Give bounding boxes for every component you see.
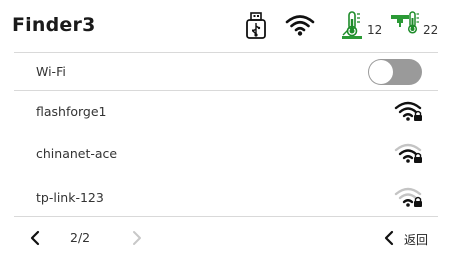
wifi-toggle[interactable] <box>368 59 422 85</box>
wifi-signal-medium-locked-icon <box>394 143 422 163</box>
extruder-temp-value: 12 <box>367 23 383 37</box>
network-name: chinanet-ace <box>36 145 118 161</box>
back-label: 返回 <box>404 233 429 247</box>
wifi-settings-screen: Finder3 12 22 Wi-Fi flashforge1 chinanet… <box>0 0 452 258</box>
wifi-icon[interactable] <box>285 13 315 37</box>
extruder-temp-icon <box>342 11 362 39</box>
extruder-temp[interactable]: 12 <box>340 9 388 43</box>
back-button[interactable]: 返回 <box>382 226 442 250</box>
network-name: flashforge1 <box>36 103 107 119</box>
network-item[interactable]: flashforge1 <box>0 90 452 132</box>
toggle-knob <box>369 60 393 84</box>
usb-drive-icon[interactable] <box>245 12 267 40</box>
page-indicator: 2/2 <box>70 230 91 245</box>
pagination-footer: 2/2 返回 <box>0 218 452 258</box>
network-name: tp-link-123 <box>36 189 104 205</box>
wifi-signal-strong-locked-icon <box>394 101 422 121</box>
printer-name: Finder3 <box>12 14 96 36</box>
network-item[interactable]: tp-link-123 <box>0 176 452 218</box>
status-header: Finder3 12 22 <box>0 0 452 52</box>
wifi-toggle-row: Wi-Fi <box>0 50 452 92</box>
chevron-left-icon[interactable] <box>28 230 42 246</box>
wifi-label: Wi-Fi <box>36 63 66 79</box>
network-item[interactable]: chinanet-ace <box>0 132 452 174</box>
bed-temp-icon <box>391 11 419 34</box>
bed-temp-value: 22 <box>423 23 439 37</box>
bed-temp[interactable]: 22 <box>390 9 450 43</box>
chevron-right-icon[interactable] <box>130 230 144 246</box>
back-arrow-icon <box>384 230 394 246</box>
footer-divider <box>14 216 438 217</box>
wifi-signal-weak-locked-icon <box>394 187 422 207</box>
